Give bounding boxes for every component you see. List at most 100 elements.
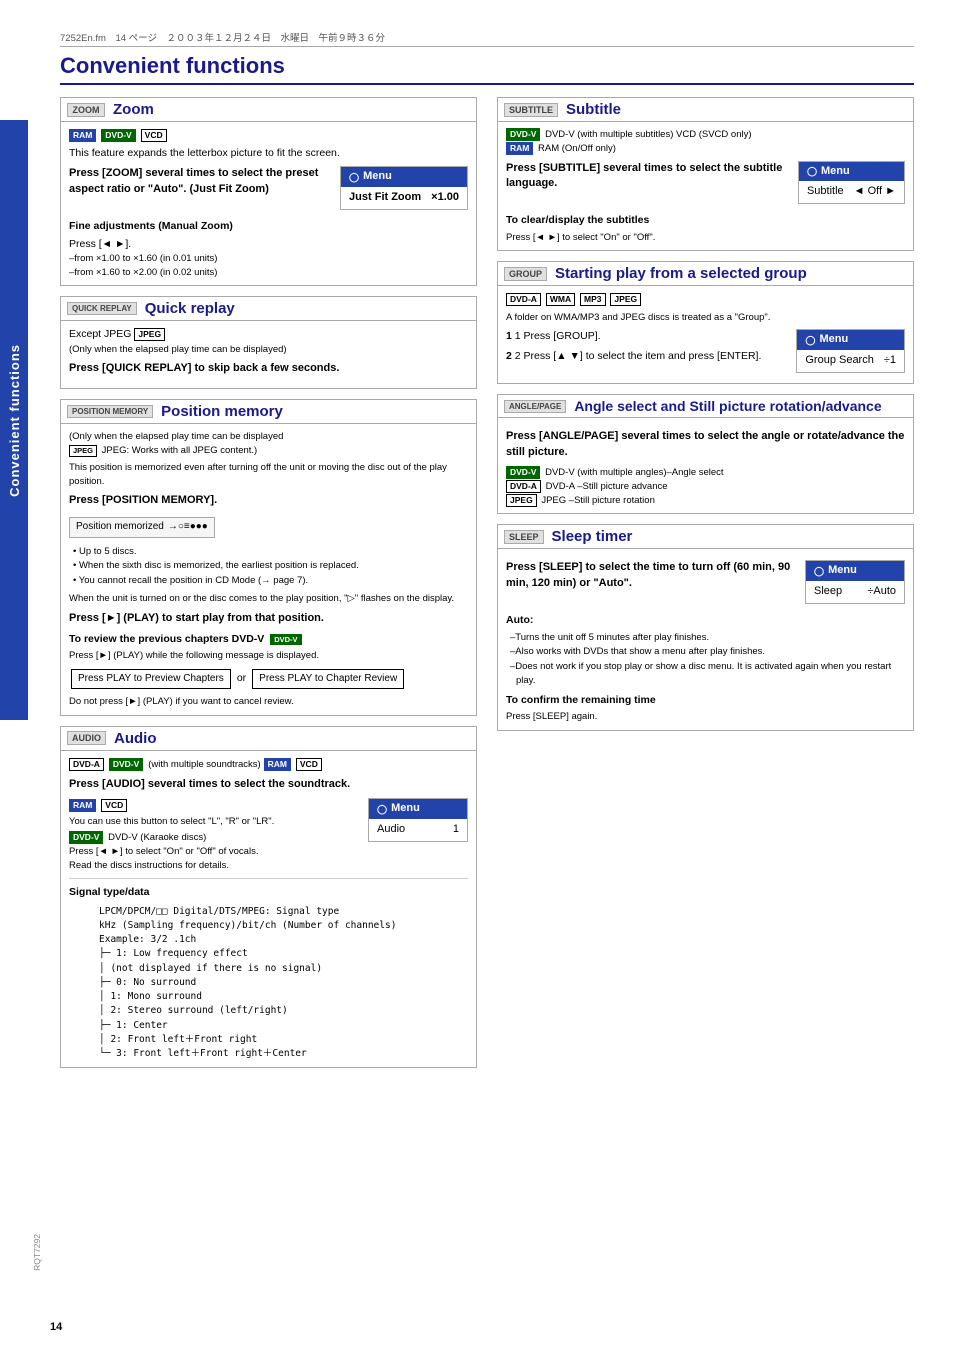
badge-vcd2: VCD bbox=[296, 758, 322, 771]
group-title: Starting play from a selected group bbox=[555, 265, 807, 282]
sig-line9: ├─ 1: Center bbox=[99, 1019, 468, 1033]
sleep-auto-title: Auto: bbox=[506, 613, 905, 628]
group-content: DVD-A WMA MP3 JPEG A folder on WMA/MP3 a… bbox=[498, 286, 913, 383]
pos-mem-cancel-note: Do not press [►] (PLAY) if you want to c… bbox=[69, 695, 468, 709]
audio-header: AUDIO Audio bbox=[61, 727, 476, 751]
badge-dvdv: DVD-V bbox=[101, 129, 135, 142]
subtitle-title: Subtitle bbox=[566, 101, 621, 118]
audio-menu: ◯ Menu Audio 1 bbox=[368, 798, 468, 842]
zoom-menu-header: ◯ Menu bbox=[341, 167, 467, 187]
signal-diagram: LPCM/DPCM/□□ Digital/DTS/MPEG: Signal ty… bbox=[69, 905, 468, 1062]
pos-mem-bullet2: • When the sixth disc is memorized, the … bbox=[69, 559, 468, 573]
badge-jpeg4: JPEG bbox=[506, 494, 537, 507]
quick-replay-except: Except JPEG bbox=[69, 328, 131, 340]
sidebar-text: Convenient functions bbox=[7, 344, 22, 497]
quick-replay-content: Except JPEG JPEG (Only when the elapsed … bbox=[61, 321, 476, 388]
position-memory-section: POSITION MEMORY Position memory (Only wh… bbox=[60, 399, 477, 716]
group-menu-content: Group Search ÷1 bbox=[797, 350, 904, 372]
sleep-menu-header: ◯ Menu bbox=[806, 561, 904, 581]
subtitle-header: SUBTITLE Subtitle bbox=[498, 98, 913, 122]
sleep-confirm-title: To confirm the remaining time bbox=[506, 693, 905, 708]
sleep-menu-box: ◯ Menu Sleep ÷Auto bbox=[805, 560, 905, 604]
angle-dvdv-note: DVD-V DVD-V (with multiple angles)–Angle… bbox=[506, 466, 905, 480]
badge-dvdv6: DVD-V bbox=[506, 466, 540, 479]
quick-replay-badge: QUICK REPLAY bbox=[67, 302, 137, 315]
play-review-box: Press PLAY to Chapter Review bbox=[252, 669, 404, 690]
group-section: GROUP Starting play from a selected grou… bbox=[497, 261, 914, 384]
audio-read-note: Read the discs instructions for details. bbox=[69, 859, 360, 873]
audio-title: Audio bbox=[114, 730, 157, 747]
angle-badge: ANGLE/PAGE bbox=[504, 400, 566, 413]
sig-line4: ├─ 1: Low frequency effect bbox=[99, 947, 468, 961]
pos-mem-review-note: Press [►] (PLAY) while the following mes… bbox=[69, 649, 468, 663]
zoom-menu-content: Just Fit Zoom ×1.00 bbox=[341, 187, 467, 209]
group-folder-note: A folder on WMA/MP3 and JPEG discs is tr… bbox=[506, 311, 905, 325]
sig-line10: │ 2: Front left＋Front right bbox=[99, 1033, 468, 1047]
angle-section: ANGLE/PAGE Angle select and Still pictur… bbox=[497, 394, 914, 514]
pos-mem-instruction: Press [POSITION MEMORY]. bbox=[69, 493, 468, 509]
angle-content: Press [ANGLE/PAGE] several times to sele… bbox=[498, 418, 913, 513]
zoom-fine-range2: –from ×1.60 to ×2.00 (in 0.02 units) bbox=[69, 266, 468, 280]
sleep-auto-note3: –Does not work if you stop play or show … bbox=[506, 660, 905, 688]
badge-vcd: VCD bbox=[141, 129, 167, 142]
group-header: GROUP Starting play from a selected grou… bbox=[498, 262, 913, 286]
badge-vcd3: VCD bbox=[101, 799, 127, 812]
pos-mem-badge: POSITION MEMORY bbox=[67, 405, 153, 418]
zoom-section: ZOOM Zoom RAM DVD-V VCD This feature exp… bbox=[60, 97, 477, 286]
audio-instruction: Press [AUDIO] several times to select th… bbox=[69, 777, 468, 793]
badge-jpeg2: JPEG bbox=[69, 445, 97, 457]
sleep-content: ◯ Menu Sleep ÷Auto Press [SLEEP] to sele… bbox=[498, 549, 913, 729]
badge-dvdv5: DVD-V bbox=[506, 128, 540, 141]
group-menu-header: ◯ Menu bbox=[797, 330, 904, 350]
pos-mem-memorized-text: Position memorized bbox=[76, 520, 164, 535]
sig-line7: │ 1: Mono surround bbox=[99, 990, 468, 1004]
signal-title: Signal type/data bbox=[69, 885, 468, 900]
pos-mem-play-instruction: Press [►] (PLAY) to start play from that… bbox=[69, 611, 468, 627]
badge-dvdv2: DVD-V bbox=[270, 634, 301, 646]
audio-section: AUDIO Audio DVD-A DVD-V (with multiple s… bbox=[60, 726, 477, 1068]
subtitle-clear-title: To clear/display the subtitles bbox=[506, 213, 905, 228]
pos-mem-bullet3: • You cannot recall the position in CD M… bbox=[69, 574, 468, 588]
subtitle-section: SUBTITLE Subtitle DVD-V DVD-V (with mult… bbox=[497, 97, 914, 251]
badge-jpeg: JPEG bbox=[134, 328, 165, 341]
pos-mem-box: Position memorized →○≡●●● bbox=[69, 517, 215, 538]
sleep-title: Sleep timer bbox=[552, 528, 633, 545]
group-menu-box: ◯ Menu Group Search ÷1 bbox=[796, 329, 905, 373]
badge-dvdv4: DVD-V bbox=[69, 831, 103, 844]
quick-replay-note: (Only when the elapsed play time can be … bbox=[69, 343, 468, 357]
badge-ram: RAM bbox=[69, 129, 96, 142]
sleep-section: SLEEP Sleep timer ◯ Menu Sleep ÷Auto bbox=[497, 524, 914, 730]
pos-mem-review-title: To review the previous chapters DVD-V DV… bbox=[69, 632, 468, 647]
zoom-instruction: ◯ Menu Just Fit Zoom ×1.00 Press [ZOOM] … bbox=[69, 166, 468, 214]
pos-mem-note3: This position is memorized even after tu… bbox=[69, 461, 468, 489]
subtitle-clear-note: Press [◄ ►] to select "On" or "Off". bbox=[506, 231, 905, 245]
sig-line3: Example: 3/2 .1ch bbox=[99, 933, 468, 947]
sleep-menu-content: Sleep ÷Auto bbox=[806, 581, 904, 603]
quick-replay-title: Quick replay bbox=[145, 300, 235, 317]
page-number: 14 bbox=[50, 1321, 62, 1333]
page-title: Convenient functions bbox=[60, 53, 914, 85]
audio-menu-header: ◯ Menu bbox=[369, 799, 467, 819]
badge-dvda2: DVD-A bbox=[506, 293, 541, 306]
sidebar-label: Convenient functions bbox=[0, 120, 28, 720]
zoom-fine-text: Press [◄ ►]. bbox=[69, 237, 468, 252]
zoom-content: RAM DVD-V VCD This feature expands the l… bbox=[61, 122, 476, 285]
angle-header: ANGLE/PAGE Angle select and Still pictur… bbox=[498, 395, 913, 418]
subtitle-menu-content: Subtitle ◄ Off ► bbox=[799, 181, 904, 203]
subtitle-ram-note: RAM RAM (On/Off only) bbox=[506, 142, 905, 156]
header-text: 7252En.fm 14 ページ ２００３年１２月２４日 水曜日 午前９時３６分 bbox=[60, 33, 385, 44]
quick-replay-instruction: Press [QUICK REPLAY] to skip back a few … bbox=[69, 361, 468, 377]
quick-replay-section: QUICK REPLAY Quick replay Except JPEG JP… bbox=[60, 296, 477, 389]
badge-ram4: RAM bbox=[506, 142, 533, 155]
badge-dvda3: DVD-A bbox=[506, 480, 541, 493]
sig-line2: kHz (Sampling frequency)/bit/ch (Number … bbox=[99, 919, 468, 933]
sleep-auto-note2: –Also works with DVDs that show a menu a… bbox=[506, 645, 905, 659]
sleep-badge: SLEEP bbox=[504, 530, 544, 544]
pos-mem-note2: JPEG JPEG: Works with all JPEG content.) bbox=[69, 444, 468, 458]
sig-line6: ├─ 0: No surround bbox=[99, 976, 468, 990]
group-badge: GROUP bbox=[504, 267, 547, 281]
zoom-intro: This feature expands the letterbox pictu… bbox=[69, 146, 468, 161]
audio-content: DVD-A DVD-V (with multiple soundtracks) … bbox=[61, 751, 476, 1067]
pos-mem-play-boxes: Press PLAY to Preview Chapters or Press … bbox=[69, 667, 468, 692]
quick-replay-header: QUICK REPLAY Quick replay bbox=[61, 297, 476, 321]
